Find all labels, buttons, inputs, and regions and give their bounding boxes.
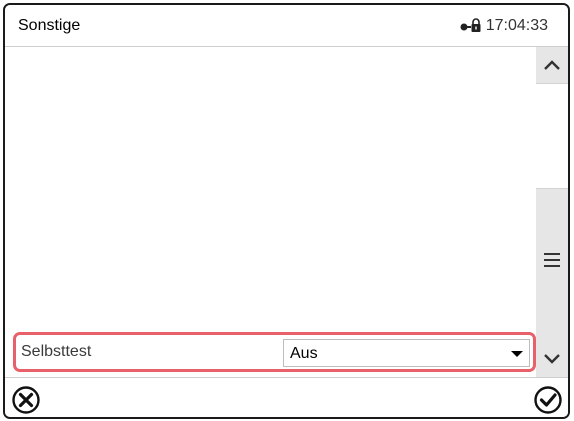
footer-bar	[5, 377, 568, 417]
close-circle-icon	[12, 386, 40, 414]
door-lock-icon	[460, 18, 482, 34]
setting-label: Selbsttest	[21, 343, 92, 360]
selbsttest-dropdown[interactable]: Aus	[283, 339, 530, 367]
clock-time: 17:04:33	[485, 17, 548, 34]
scrollbar[interactable]	[536, 47, 568, 377]
page-title: Sonstige	[18, 17, 81, 34]
scrollbar-thumb[interactable]	[536, 83, 568, 189]
chevron-up-icon[interactable]	[536, 47, 568, 83]
cancel-button[interactable]	[11, 385, 41, 415]
confirm-button[interactable]	[533, 385, 563, 415]
chevron-down-icon[interactable]	[536, 341, 568, 377]
check-circle-icon	[534, 386, 562, 414]
setting-row-selbsttest[interactable]: Selbsttest Aus	[13, 332, 536, 372]
header-bar: Sonstige 17:04:33	[5, 5, 568, 47]
clock-area: 17:04:33	[460, 17, 548, 35]
dropdown-value: Aus	[290, 345, 318, 362]
menu-grip-icon[interactable]	[544, 253, 560, 267]
dropdown-arrow-icon	[511, 351, 523, 357]
dialog-frame: Sonstige 17:04:33 Selbsttest Aus	[3, 3, 570, 419]
settings-list-area	[5, 47, 536, 329]
